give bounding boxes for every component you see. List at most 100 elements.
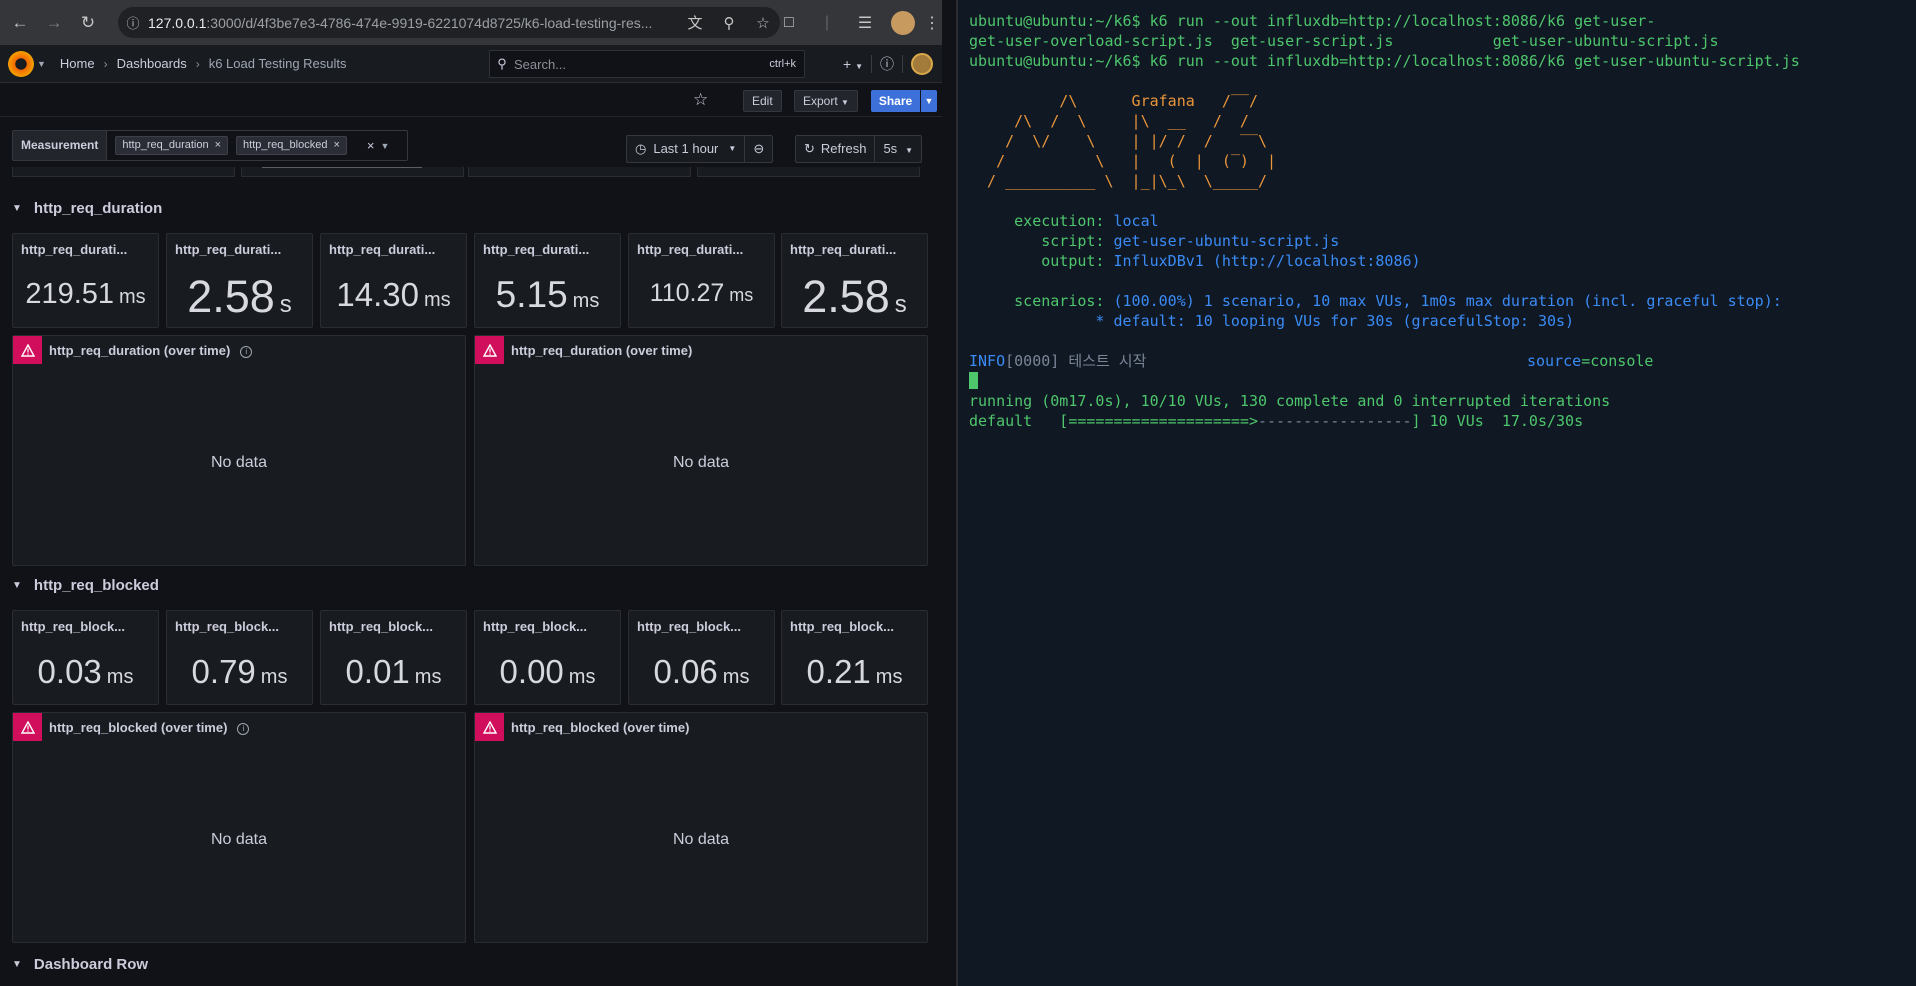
clear-icon[interactable]: ×	[367, 138, 375, 153]
terminal[interactable]: ubuntu@ubuntu:~/k6$ k6 run --out influxd…	[958, 0, 1916, 986]
progress-line: default [====================>----------…	[969, 411, 1583, 431]
variable-chip[interactable]: http_req_blocked ×	[236, 136, 347, 155]
refresh-interval: 5s	[883, 141, 898, 156]
stat-panel[interactable]: http_req_block... 0.06 ms	[628, 610, 775, 705]
help-icon[interactable]: ⓘ	[880, 54, 894, 74]
unit: s	[894, 291, 907, 318]
stat-panel[interactable]: http_req_durati... 110.27 ms	[628, 233, 775, 328]
reload-icon[interactable]: ↻	[74, 9, 102, 37]
plus-icon[interactable]: + ▼	[843, 56, 863, 72]
close-icon[interactable]: ×	[333, 139, 339, 151]
stat-panel[interactable]: http_req_durati... 219.51 ms	[12, 233, 159, 328]
row-title: http_req_duration	[33, 199, 163, 217]
refresh-button[interactable]: ↻ Refresh	[796, 136, 874, 162]
chevron-down-icon[interactable]: ▼	[37, 59, 46, 69]
warning-icon[interactable]	[13, 713, 42, 741]
stat-value: 0.21 ms	[782, 653, 927, 691]
stat-panel[interactable]: http_req_block... 0.00 ms	[474, 610, 621, 705]
timeseries-panel[interactable]: http_req_duration (over time) i No data	[12, 335, 466, 566]
chip-label: http_req_duration	[122, 139, 209, 151]
zoom-icon[interactable]: ⚲	[712, 14, 746, 32]
grafana-logo-icon[interactable]	[8, 50, 34, 77]
refresh-interval-select[interactable]: 5s ▼	[874, 136, 921, 162]
measurement-variable[interactable]: Measurement http_req_duration × http_req_…	[12, 130, 408, 161]
terminal-line: * default: 10 looping VUs for 30s (grace…	[969, 312, 1575, 330]
panel	[241, 167, 464, 177]
warning-icon[interactable]	[475, 336, 504, 364]
panel-title: http_req_block...	[21, 619, 126, 634]
value: 5.15	[495, 274, 568, 315]
panel-title-text: http_req_duration (over time)	[49, 343, 231, 358]
breadcrumb-current: k6 Load Testing Results	[208, 56, 347, 71]
divider	[902, 55, 903, 73]
stat-panel[interactable]: http_req_block... 0.01 ms	[320, 610, 467, 705]
stat-panel[interactable]: http_req_durati... 2.58 s	[166, 233, 313, 328]
warning-icon[interactable]	[13, 336, 42, 364]
forward-icon[interactable]: →	[40, 9, 68, 37]
unit: ms	[423, 289, 451, 311]
stat-panel[interactable]: http_req_block... 0.79 ms	[166, 610, 313, 705]
edit-button[interactable]: Edit	[743, 90, 782, 112]
timeseries-panel[interactable]: http_req_blocked (over time) i No data	[12, 712, 466, 943]
unit: ms	[119, 286, 146, 308]
share-dropdown-icon[interactable]: ▼	[921, 90, 937, 112]
panel-title: http_req_block...	[790, 619, 895, 634]
close-icon[interactable]: ×	[215, 139, 221, 151]
panel-title: http_req_durati...	[637, 242, 744, 257]
zoom-out-icon: ⊖	[753, 141, 765, 156]
stat-panel[interactable]: http_req_block... 0.21 ms	[781, 610, 928, 705]
menu-kebab-icon[interactable]: ⋮	[922, 13, 942, 33]
value: =console	[1581, 352, 1654, 370]
chevron-down-icon[interactable]: ▼	[380, 141, 389, 151]
info-icon[interactable]: i	[237, 723, 250, 735]
profile-avatar[interactable]	[891, 10, 915, 35]
breadcrumb-dashboards[interactable]: Dashboards	[117, 56, 187, 71]
info-icon[interactable]: i	[240, 346, 253, 358]
no-data-message: No data	[210, 454, 268, 471]
value: 0.01	[345, 653, 410, 690]
row-title: http_req_blocked	[33, 576, 159, 594]
stat-panel[interactable]: http_req_durati... 5.15 ms	[474, 233, 621, 328]
extensions-icon[interactable]: □	[770, 14, 808, 32]
search-placeholder: Search...	[514, 56, 567, 72]
stat-panel[interactable]: http_req_durati... 2.58 s	[781, 233, 928, 328]
star-icon[interactable]: ☆	[693, 90, 708, 110]
chip-label: http_req_blocked	[243, 139, 328, 151]
value: local	[1104, 212, 1159, 230]
terminal-line: script: get-user-ubuntu-script.js	[969, 231, 1339, 251]
stat-value: 0.79 ms	[167, 653, 312, 691]
timeseries-panel[interactable]: http_req_duration (over time) No data	[474, 335, 928, 566]
warning-icon[interactable]	[475, 713, 504, 741]
translate-icon[interactable]: 文	[678, 12, 712, 33]
export-button[interactable]: Export ▼	[794, 90, 858, 112]
unit: ms	[106, 666, 134, 688]
row-header-http-req-blocked[interactable]: ▼ http_req_blocked	[12, 570, 159, 600]
panel-title-text: http_req_blocked (over time)	[49, 720, 228, 735]
divider	[871, 55, 872, 73]
back-icon[interactable]: ←	[6, 9, 34, 37]
time-range-button[interactable]: ◷ Last 1 hour ▼	[627, 136, 744, 162]
breadcrumb-home[interactable]: Home	[60, 56, 95, 71]
slider-track[interactable]	[262, 167, 422, 168]
share-button[interactable]: Share	[871, 90, 920, 112]
row-header-http-req-duration[interactable]: ▼ http_req_duration	[12, 193, 162, 223]
search-input[interactable]: ⚲ Search... ctrl+k	[489, 50, 805, 78]
prompt: ubuntu@ubuntu:~/k6$	[969, 12, 1141, 30]
row-header-dashboard-row[interactable]: ▼ Dashboard Row	[12, 949, 148, 979]
row-title: Dashboard Row	[33, 955, 149, 973]
stat-panel[interactable]: http_req_durati... 14.30 ms	[320, 233, 467, 328]
command: k6 run --out influxdb=http://localhost:8…	[1140, 12, 1656, 30]
panel	[12, 167, 235, 177]
terminal-line: ubuntu@ubuntu:~/k6$ k6 run --out influxd…	[969, 11, 1655, 31]
zoom-out-button[interactable]: ⊖	[744, 136, 772, 162]
unit: ms	[568, 666, 596, 688]
no-data-message: No data	[210, 831, 268, 848]
media-icon[interactable]: ☰	[846, 13, 884, 33]
stat-panel[interactable]: http_req_block... 0.03 ms	[12, 610, 159, 705]
address-bar[interactable]: ⓘ 127.0.0.1:3000/d/4f3be7e3-4786-474e-99…	[118, 7, 780, 38]
user-avatar[interactable]	[911, 53, 933, 75]
panel-title: http_req_durati...	[175, 242, 282, 257]
timeseries-panel[interactable]: http_req_blocked (over time) No data	[474, 712, 928, 943]
variable-chip[interactable]: http_req_duration ×	[115, 136, 229, 155]
site-info-icon[interactable]: ⓘ	[118, 13, 148, 32]
